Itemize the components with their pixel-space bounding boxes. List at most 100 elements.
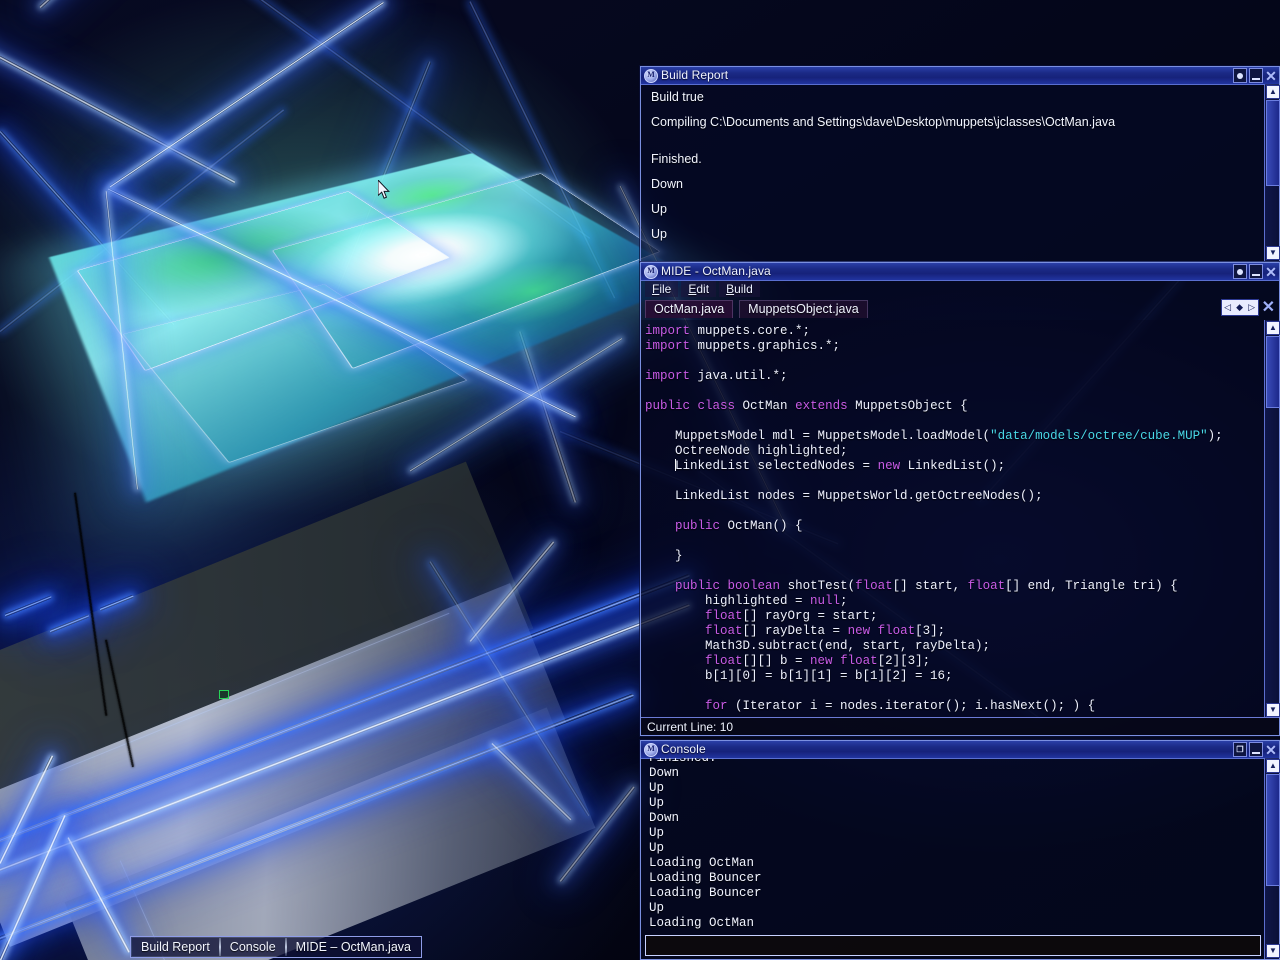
code-line: float[] rayDelta = new float[3]; [705, 624, 946, 638]
console-title: Console [661, 742, 706, 756]
console-line: Loading OctMan [649, 856, 755, 870]
taskbar-button-console[interactable]: Console [220, 938, 285, 956]
console-line: Loading Bouncer [649, 886, 762, 900]
code-line: } [645, 549, 683, 563]
taskbar-button-build-report[interactable]: Build Report [132, 938, 219, 956]
code-line: LinkedList nodes = MuppetsWorld.getOctre… [645, 489, 1043, 503]
scroll-up-arrow-icon[interactable]: ▲ [1266, 85, 1280, 99]
tab-marker-diamond-icon[interactable]: ◆ [1234, 303, 1246, 312]
tab-close-icon[interactable]: ✕ [1262, 299, 1275, 315]
build-report-titlebar[interactable]: M Build Report ✕ [641, 67, 1279, 85]
scroll-thumb[interactable] [1266, 336, 1280, 408]
tab-nav-group[interactable]: ◁ ◆ ▷ [1220, 299, 1259, 316]
menu-edit[interactable]: Edit [681, 281, 717, 297]
scroll-thumb[interactable] [1266, 774, 1280, 886]
tab-navigation[interactable]: ◁ ◆ ▷ ✕ [1220, 299, 1275, 316]
editor-scrollbar[interactable]: ▲ ▼ [1264, 320, 1280, 718]
taskbar-button-mide[interactable]: MIDE – OctMan.java [286, 938, 420, 956]
shade-button[interactable] [1233, 68, 1247, 83]
code-editor[interactable]: import muppets.core.*; import muppets.gra… [641, 320, 1265, 718]
console-titlebar[interactable]: M Console ❐ ✕ [641, 741, 1279, 759]
console-line: Up [649, 841, 665, 855]
scroll-down-arrow-icon[interactable]: ▼ [1266, 246, 1280, 260]
menu-file[interactable]: File [645, 281, 679, 297]
console-line: Up [649, 826, 665, 840]
console-input[interactable] [645, 935, 1261, 956]
console-line: Up [649, 796, 665, 810]
current-line-status: Current Line: 10 [647, 719, 734, 734]
log-line: Up [651, 202, 667, 216]
scroll-up-arrow-icon[interactable]: ▲ [1266, 759, 1280, 773]
console-window-buttons[interactable]: ❐ ✕ [1233, 742, 1277, 757]
code-line: b[1][0] = b[1][1] = b[1][2] = 16; [645, 669, 953, 683]
mide-menubar[interactable]: File Edit Build [641, 280, 1279, 298]
close-button[interactable]: ✕ [1265, 265, 1277, 279]
console-output: Finished. Down Up Up Down Up Up Loading OctMan L… [641, 758, 1265, 933]
minimize-button[interactable] [1249, 68, 1263, 83]
close-button[interactable]: ✕ [1265, 743, 1277, 757]
code-line: MuppetsModel mdl = MuppetsModel.loadMode… [645, 429, 1223, 443]
mide-body: File Edit Build OctMan.java MuppetsObjec… [641, 280, 1280, 735]
log-line: Build true [651, 90, 704, 104]
taskbar[interactable]: Build Report Console MIDE – OctMan.java [130, 936, 422, 958]
minimize-button[interactable] [1249, 742, 1263, 757]
build-report-window-buttons[interactable]: ✕ [1233, 68, 1277, 83]
log-line: Down [651, 177, 683, 191]
muppets-logo-icon: M [644, 742, 658, 757]
code-line: public class OctMan extends MuppetsObjec… [645, 399, 968, 413]
code-line: public OctMan() { [675, 519, 803, 533]
mide-editor-area[interactable]: import muppets.core.*; import muppets.gra… [641, 320, 1280, 718]
tab-prev-arrow-icon[interactable]: ◁ [1222, 303, 1234, 312]
code-line: import java.util.*; [645, 369, 788, 383]
mide-title: MIDE - OctMan.java [661, 264, 771, 278]
shade-button[interactable] [1233, 264, 1247, 279]
mide-titlebar[interactable]: M MIDE - OctMan.java ✕ [641, 263, 1279, 281]
code-line: import muppets.graphics.*; [645, 339, 841, 353]
code-line: import muppets.core.*; [645, 324, 811, 338]
build-report-title: Build Report [661, 68, 729, 82]
build-report-body: Build true Compiling C:\Documents and Se… [641, 84, 1280, 261]
tab-octman-java[interactable]: OctMan.java [645, 300, 734, 318]
console-line: Loading Bouncer [649, 871, 762, 885]
tab-next-arrow-icon[interactable]: ▷ [1246, 303, 1258, 312]
build-report-scrollbar[interactable]: ▲ ▼ [1264, 84, 1280, 261]
build-report-log: Build true Compiling C:\Documents and Se… [641, 84, 1265, 261]
log-line: Compiling C:\Documents and Settings\dave… [651, 115, 1116, 129]
log-line: Up [651, 227, 667, 241]
console-line: Up [649, 781, 665, 795]
window-console[interactable]: M Console ❐ ✕ Finished. Down Up Up Down Up Up L… [640, 740, 1280, 960]
restore-button[interactable]: ❐ [1233, 742, 1247, 757]
window-mide-editor[interactable]: M MIDE - OctMan.java ✕ File Edit Build O… [640, 262, 1280, 736]
console-line: Loading OctMan [649, 916, 755, 930]
code-line: public boolean shotTest(float[] start, f… [675, 579, 1178, 593]
minimize-button[interactable] [1249, 264, 1263, 279]
muppets-logo-icon: M [644, 68, 658, 83]
code-line: LinkedList selectedNodes = new LinkedLis… [675, 459, 1006, 473]
menu-build[interactable]: Build [719, 281, 760, 297]
code-line: float[][] b = new float[2][3]; [705, 654, 931, 668]
close-button[interactable]: ✕ [1265, 69, 1277, 83]
window-build-report[interactable]: M Build Report ✕ Build true Compiling C:… [640, 66, 1280, 262]
scroll-up-arrow-icon[interactable]: ▲ [1266, 321, 1280, 335]
code-line: OctreeNode highlighted; [645, 444, 848, 458]
code-line: float[] rayOrg = start; [705, 609, 878, 623]
scroll-down-arrow-icon[interactable]: ▼ [1266, 944, 1280, 958]
code-line: Math3D.subtract(end, start, rayDelta); [645, 639, 991, 653]
scroll-down-arrow-icon[interactable]: ▼ [1266, 703, 1280, 717]
mide-window-buttons[interactable]: ✕ [1233, 264, 1277, 279]
code-line: for (Iterator i = nodes.iterator(); i.ha… [705, 699, 1096, 713]
scroll-thumb[interactable] [1266, 100, 1280, 186]
console-line: Finished. [649, 758, 717, 765]
code-line: highlighted = null; [645, 594, 848, 608]
tab-muppetsobject-java[interactable]: MuppetsObject.java [739, 300, 868, 318]
console-scrollbar[interactable]: ▲ ▼ [1264, 758, 1280, 959]
console-line: Down [649, 811, 680, 825]
mide-tabbar[interactable]: OctMan.java MuppetsObject.java ◁ ◆ ▷ ✕ [641, 298, 1279, 318]
